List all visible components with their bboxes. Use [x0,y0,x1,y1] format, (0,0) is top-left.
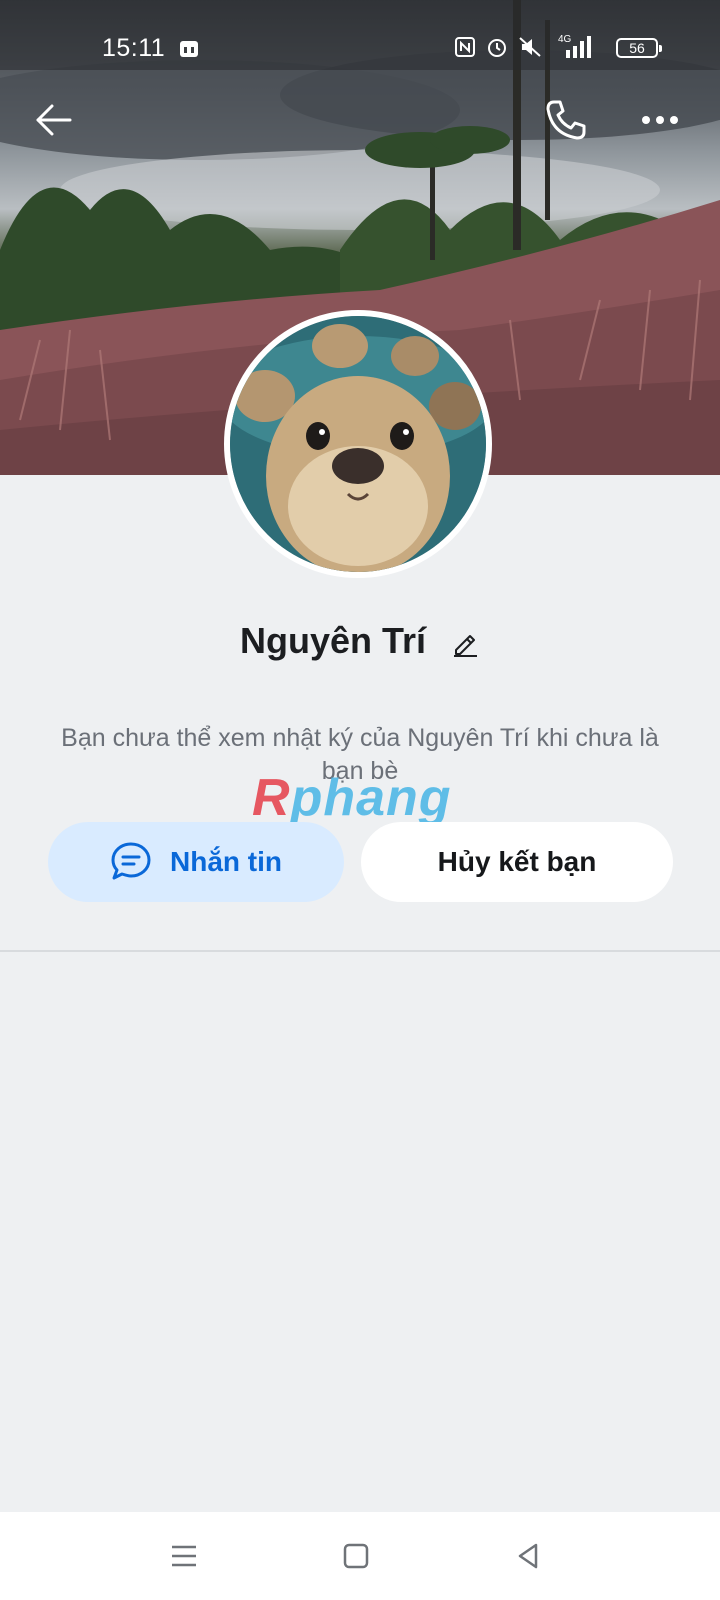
arrow-left-icon [36,104,72,136]
phone-icon [546,100,586,140]
avatar[interactable] [224,310,492,578]
profile-name: Nguyên Trí [239,620,426,661]
more-dots-icon [642,116,678,124]
back-button[interactable] [30,96,78,144]
alarm-icon [488,39,506,57]
chat-bubble-icon [111,842,151,880]
svg-text:4G: 4G [558,34,572,45]
otter-avatar-image [230,316,486,572]
watermark-logo: Rphang [252,768,452,828]
unfriend-button-label: Hủy kết bạn [437,846,597,877]
battery-icon: 56 [616,38,662,58]
edit-name-button[interactable] [450,628,480,658]
message-button-label: Nhắn tin [170,846,282,877]
mute-icon [519,37,541,57]
back-triangle-icon[interactable] [512,1540,544,1572]
watermark-part1: R [252,769,291,827]
status-time: 15:11 [102,34,166,62]
home-square-icon[interactable] [340,1540,372,1572]
status-bar: 15:11 4G 56 [0,0,720,70]
menu-icon[interactable] [168,1540,200,1572]
signal-4g-icon: 4G [558,34,591,58]
system-nav-bar [0,1512,720,1600]
section-divider [0,950,720,952]
call-button[interactable] [542,96,590,144]
nfc-icon [455,37,475,57]
profile-name-row: Nguyên Trí [0,620,720,662]
watermark-part2: phang [290,769,452,827]
more-options-button[interactable] [636,96,684,144]
unfriend-button[interactable]: Hủy kết bạn [361,822,673,902]
message-button[interactable]: Nhắn tin [48,822,344,902]
pencil-icon [454,635,478,658]
store-icon [180,41,198,57]
